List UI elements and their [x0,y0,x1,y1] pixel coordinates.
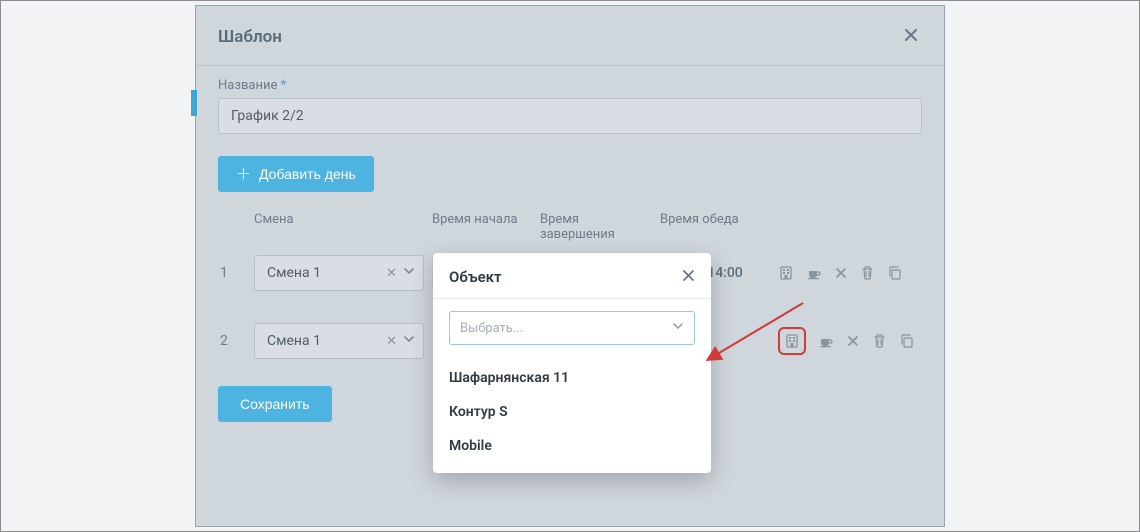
object-options-list: Шафарнянская 11 Контур S Mobile [433,355,711,473]
building-icon[interactable] [778,265,794,281]
row-actions [778,265,958,281]
object-option[interactable]: Контур S [433,395,711,429]
row-number: 1 [218,265,246,281]
name-input[interactable] [218,98,922,134]
object-popover: Объект Выбрать... Шафарнянская 11 Контур… [433,253,711,473]
shift-select[interactable]: Смена 1 ✕ [254,255,424,291]
copy-icon[interactable] [887,265,902,281]
name-label-text: Название [218,78,277,93]
add-day-button[interactable]: ＋ Добавить день [218,156,374,192]
trash-icon[interactable] [860,265,875,281]
save-label: Сохранить [240,396,310,412]
cross-icon[interactable] [834,266,848,280]
object-select-placeholder: Выбрать... [460,321,523,336]
required-star: * [281,78,287,93]
object-select[interactable]: Выбрать... [449,311,695,345]
trash-icon[interactable] [872,333,887,349]
header-shift: Смена [254,212,424,242]
cross-icon[interactable] [846,334,860,348]
save-button[interactable]: Сохранить [218,386,332,422]
popover-header: Объект [433,253,711,299]
plus-icon: ＋ [236,167,251,182]
columns-header: Смена Время начала Время завершения Врем… [218,208,922,250]
coffee-icon[interactable] [818,333,834,349]
object-option[interactable]: Mobile [433,429,711,463]
name-label: Название * [218,78,922,93]
close-icon[interactable] [682,267,695,286]
chevron-down-icon [403,265,415,281]
row-number: 2 [218,333,246,349]
clear-icon[interactable]: ✕ [386,334,397,349]
shift-value: Смена 1 [267,333,386,349]
coffee-icon[interactable] [806,265,822,281]
modal-title: Шаблон [218,27,900,47]
popover-title: Объект [449,268,682,286]
object-option[interactable]: Шафарнянская 11 [433,361,711,395]
row-actions [778,327,958,355]
close-icon[interactable] [900,22,922,51]
header-end: Время завершения [540,212,652,242]
header-lunch: Время обеда [660,212,770,242]
chevron-down-icon [403,333,415,349]
shift-select[interactable]: Смена 1 ✕ [254,323,424,359]
clear-icon[interactable]: ✕ [386,266,397,281]
chevron-down-icon [672,320,684,336]
add-day-label: Добавить день [259,166,356,182]
copy-icon[interactable] [899,333,914,349]
header-start: Время начала [432,212,532,242]
modal-header: Шаблон [196,6,944,66]
building-icon-highlighted[interactable] [778,327,806,355]
shift-value: Смена 1 [267,265,386,281]
